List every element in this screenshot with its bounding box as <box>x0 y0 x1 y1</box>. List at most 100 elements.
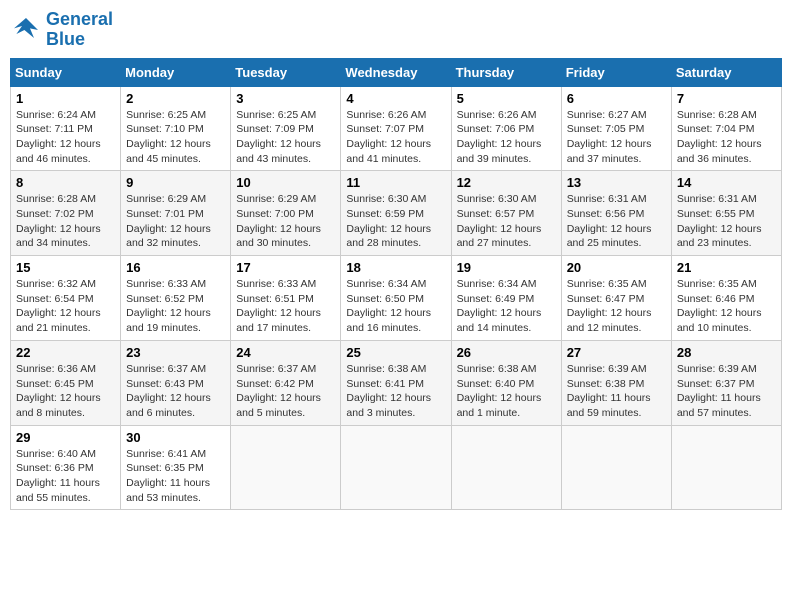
day-cell-4: 4 Sunrise: 6:26 AMSunset: 7:07 PMDaylight… <box>341 86 451 171</box>
day-cell-5: 5 Sunrise: 6:26 AMSunset: 7:06 PMDaylight… <box>451 86 561 171</box>
day-number-3: 3 <box>236 91 335 106</box>
day-info-22: Sunrise: 6:36 AMSunset: 6:45 PMDaylight:… <box>16 362 115 421</box>
day-number-20: 20 <box>567 260 666 275</box>
day-cell-26: 26 Sunrise: 6:38 AMSunset: 6:40 PMDayligh… <box>451 340 561 425</box>
empty-cell <box>451 425 561 510</box>
day-cell-19: 19 Sunrise: 6:34 AMSunset: 6:49 PMDayligh… <box>451 256 561 341</box>
day-number-8: 8 <box>16 175 115 190</box>
day-info-15: Sunrise: 6:32 AMSunset: 6:54 PMDaylight:… <box>16 277 115 336</box>
day-info-18: Sunrise: 6:34 AMSunset: 6:50 PMDaylight:… <box>346 277 445 336</box>
day-info-6: Sunrise: 6:27 AMSunset: 7:05 PMDaylight:… <box>567 108 666 167</box>
weekday-header-row: SundayMondayTuesdayWednesdayThursdayFrid… <box>11 58 782 86</box>
day-number-5: 5 <box>457 91 556 106</box>
day-cell-10: 10 Sunrise: 6:29 AMSunset: 7:00 PMDayligh… <box>231 171 341 256</box>
day-cell-3: 3Sunrise: 6:25 AMSunset: 7:09 PMDaylight… <box>231 86 341 171</box>
empty-cell <box>231 425 341 510</box>
weekday-header-friday: Friday <box>561 58 671 86</box>
weekday-header-wednesday: Wednesday <box>341 58 451 86</box>
week-row-5: 29 Sunrise: 6:40 AMSunset: 6:36 PMDayligh… <box>11 425 782 510</box>
day-info-29: Sunrise: 6:40 AMSunset: 6:36 PMDaylight:… <box>16 447 115 506</box>
day-number-10: 10 <box>236 175 335 190</box>
day-info-21: Sunrise: 6:35 AMSunset: 6:46 PMDaylight:… <box>677 277 776 336</box>
day-cell-8: 8 Sunrise: 6:28 AMSunset: 7:02 PMDaylight… <box>11 171 121 256</box>
day-info-1: Sunrise: 6:24 AMSunset: 7:11 PMDaylight:… <box>16 108 115 167</box>
day-cell-23: 23 Sunrise: 6:37 AMSunset: 6:43 PMDayligh… <box>121 340 231 425</box>
day-info-26: Sunrise: 6:38 AMSunset: 6:40 PMDaylight:… <box>457 362 556 421</box>
day-info-28: Sunrise: 6:39 AMSunset: 6:37 PMDaylight:… <box>677 362 776 421</box>
weekday-header-sunday: Sunday <box>11 58 121 86</box>
day-info-2: Sunrise: 6:25 AMSunset: 7:10 PMDaylight:… <box>126 108 225 167</box>
day-info-23: Sunrise: 6:37 AMSunset: 6:43 PMDaylight:… <box>126 362 225 421</box>
day-cell-27: 27 Sunrise: 6:39 AMSunset: 6:38 PMDayligh… <box>561 340 671 425</box>
day-number-26: 26 <box>457 345 556 360</box>
empty-cell <box>671 425 781 510</box>
day-info-9: Sunrise: 6:29 AMSunset: 7:01 PMDaylight:… <box>126 192 225 251</box>
day-info-25: Sunrise: 6:38 AMSunset: 6:41 PMDaylight:… <box>346 362 445 421</box>
day-number-23: 23 <box>126 345 225 360</box>
day-number-29: 29 <box>16 430 115 445</box>
day-info-11: Sunrise: 6:30 AMSunset: 6:59 PMDaylight:… <box>346 192 445 251</box>
day-cell-30: 30Sunrise: 6:41 AMSunset: 6:35 PMDayligh… <box>121 425 231 510</box>
day-cell-16: 16 Sunrise: 6:33 AMSunset: 6:52 PMDayligh… <box>121 256 231 341</box>
day-info-5: Sunrise: 6:26 AMSunset: 7:06 PMDaylight:… <box>457 108 556 167</box>
page-header: General Blue <box>10 10 782 50</box>
day-cell-18: 18 Sunrise: 6:34 AMSunset: 6:50 PMDayligh… <box>341 256 451 341</box>
day-number-30: 30 <box>126 430 225 445</box>
day-number-11: 11 <box>346 175 445 190</box>
day-number-17: 17 <box>236 260 335 275</box>
day-cell-11: 11 Sunrise: 6:30 AMSunset: 6:59 PMDayligh… <box>341 171 451 256</box>
day-number-22: 22 <box>16 345 115 360</box>
day-cell-21: 21 Sunrise: 6:35 AMSunset: 6:46 PMDayligh… <box>671 256 781 341</box>
weekday-header-thursday: Thursday <box>451 58 561 86</box>
day-info-12: Sunrise: 6:30 AMSunset: 6:57 PMDaylight:… <box>457 192 556 251</box>
day-cell-28: 28 Sunrise: 6:39 AMSunset: 6:37 PMDayligh… <box>671 340 781 425</box>
day-info-8: Sunrise: 6:28 AMSunset: 7:02 PMDaylight:… <box>16 192 115 251</box>
day-info-17: Sunrise: 6:33 AMSunset: 6:51 PMDaylight:… <box>236 277 335 336</box>
day-info-7: Sunrise: 6:28 AMSunset: 7:04 PMDaylight:… <box>677 108 776 167</box>
day-number-4: 4 <box>346 91 445 106</box>
day-cell-6: 6Sunrise: 6:27 AMSunset: 7:05 PMDaylight… <box>561 86 671 171</box>
empty-cell <box>561 425 671 510</box>
day-cell-12: 12 Sunrise: 6:30 AMSunset: 6:57 PMDayligh… <box>451 171 561 256</box>
day-number-24: 24 <box>236 345 335 360</box>
week-row-2: 8 Sunrise: 6:28 AMSunset: 7:02 PMDaylight… <box>11 171 782 256</box>
day-info-27: Sunrise: 6:39 AMSunset: 6:38 PMDaylight:… <box>567 362 666 421</box>
day-number-21: 21 <box>677 260 776 275</box>
day-cell-22: 22 Sunrise: 6:36 AMSunset: 6:45 PMDayligh… <box>11 340 121 425</box>
day-number-15: 15 <box>16 260 115 275</box>
logo-text: General Blue <box>46 10 113 50</box>
day-number-12: 12 <box>457 175 556 190</box>
week-row-4: 22 Sunrise: 6:36 AMSunset: 6:45 PMDayligh… <box>11 340 782 425</box>
weekday-header-tuesday: Tuesday <box>231 58 341 86</box>
weekday-header-monday: Monday <box>121 58 231 86</box>
day-number-14: 14 <box>677 175 776 190</box>
day-info-20: Sunrise: 6:35 AMSunset: 6:47 PMDaylight:… <box>567 277 666 336</box>
day-number-19: 19 <box>457 260 556 275</box>
day-info-4: Sunrise: 6:26 AMSunset: 7:07 PMDaylight:… <box>346 108 445 167</box>
day-info-19: Sunrise: 6:34 AMSunset: 6:49 PMDaylight:… <box>457 277 556 336</box>
day-number-18: 18 <box>346 260 445 275</box>
day-info-24: Sunrise: 6:37 AMSunset: 6:42 PMDaylight:… <box>236 362 335 421</box>
day-info-16: Sunrise: 6:33 AMSunset: 6:52 PMDaylight:… <box>126 277 225 336</box>
day-cell-25: 25 Sunrise: 6:38 AMSunset: 6:41 PMDayligh… <box>341 340 451 425</box>
week-row-1: 1 Sunrise: 6:24 AMSunset: 7:11 PMDaylight… <box>11 86 782 171</box>
day-info-14: Sunrise: 6:31 AMSunset: 6:55 PMDaylight:… <box>677 192 776 251</box>
week-row-3: 15 Sunrise: 6:32 AMSunset: 6:54 PMDayligh… <box>11 256 782 341</box>
day-cell-20: 20 Sunrise: 6:35 AMSunset: 6:47 PMDayligh… <box>561 256 671 341</box>
day-cell-7: 7 Sunrise: 6:28 AMSunset: 7:04 PMDaylight… <box>671 86 781 171</box>
calendar-table: SundayMondayTuesdayWednesdayThursdayFrid… <box>10 58 782 511</box>
day-number-7: 7 <box>677 91 776 106</box>
logo: General Blue <box>10 10 113 50</box>
day-number-27: 27 <box>567 345 666 360</box>
day-number-25: 25 <box>346 345 445 360</box>
day-cell-1: 1 Sunrise: 6:24 AMSunset: 7:11 PMDaylight… <box>11 86 121 171</box>
empty-cell <box>341 425 451 510</box>
day-info-10: Sunrise: 6:29 AMSunset: 7:00 PMDaylight:… <box>236 192 335 251</box>
day-number-2: 2 <box>126 91 225 106</box>
day-cell-15: 15 Sunrise: 6:32 AMSunset: 6:54 PMDayligh… <box>11 256 121 341</box>
day-number-1: 1 <box>16 91 115 106</box>
day-number-28: 28 <box>677 345 776 360</box>
day-number-16: 16 <box>126 260 225 275</box>
day-cell-2: 2 Sunrise: 6:25 AMSunset: 7:10 PMDaylight… <box>121 86 231 171</box>
day-number-13: 13 <box>567 175 666 190</box>
